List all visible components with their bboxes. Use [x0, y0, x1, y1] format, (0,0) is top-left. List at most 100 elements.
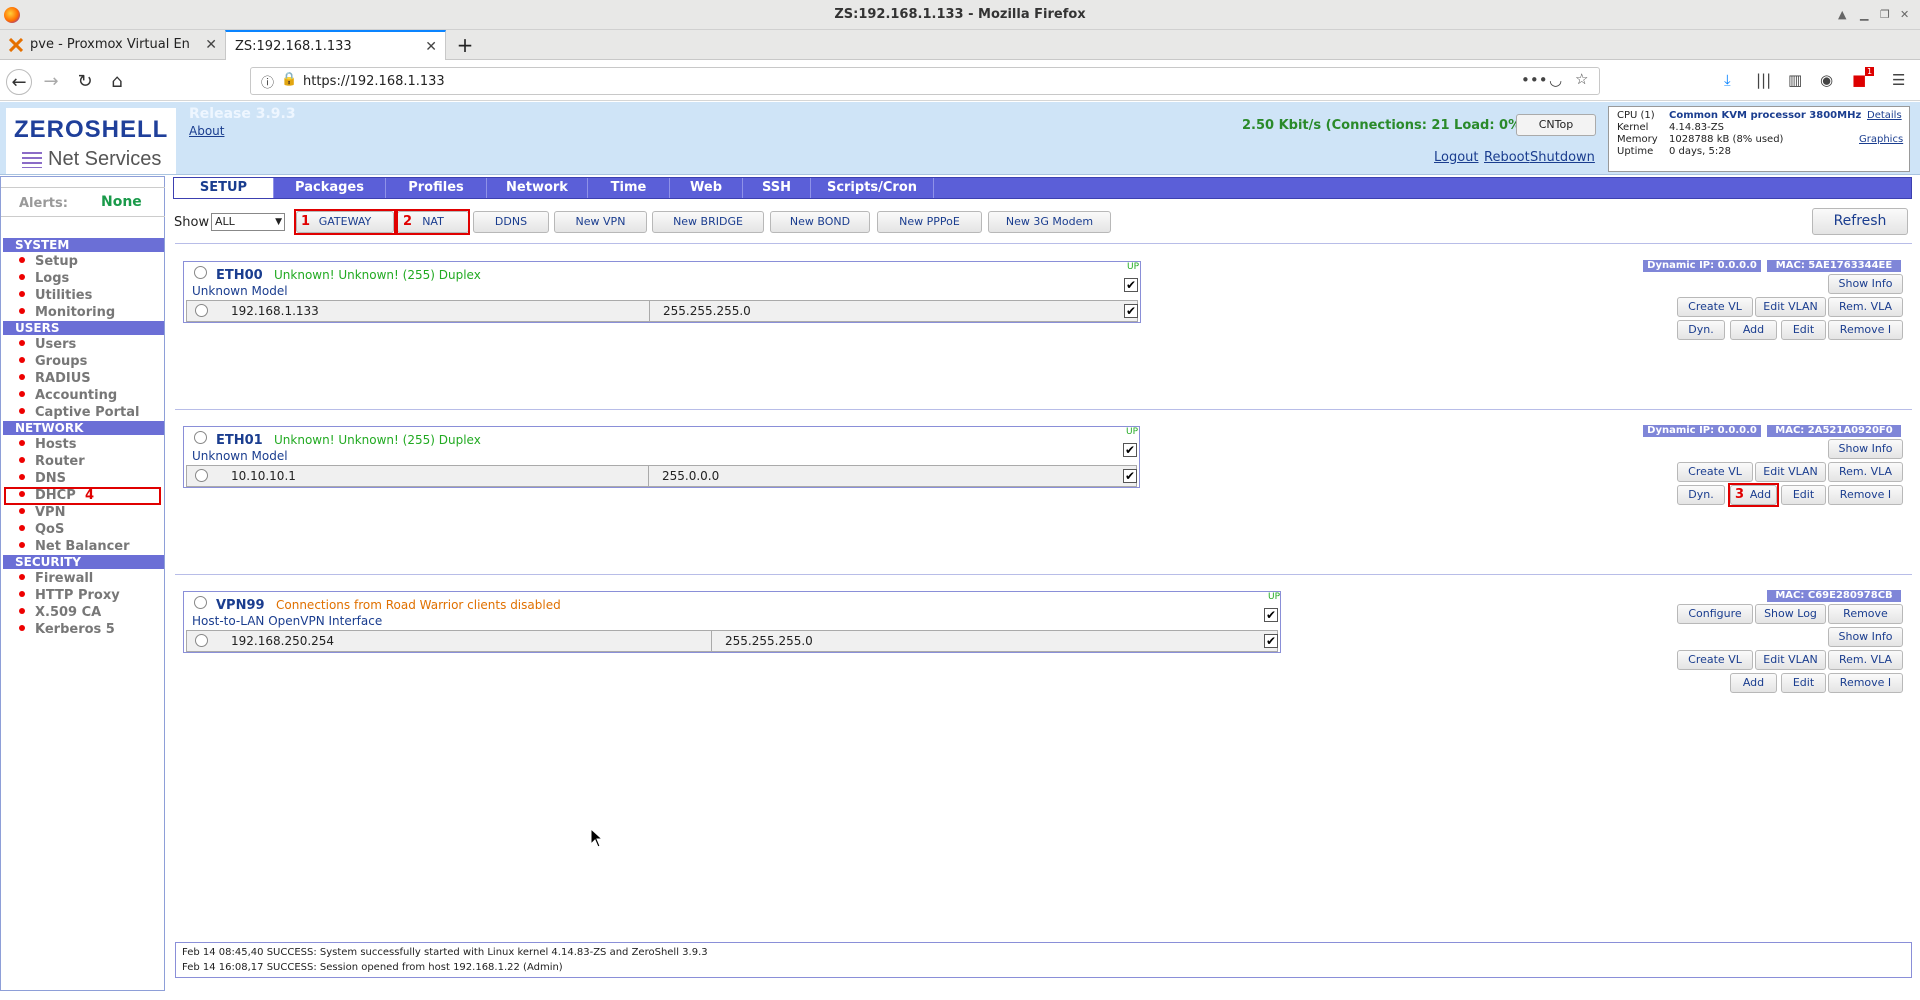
interface-enable-checkbox[interactable]: ✔: [1264, 608, 1278, 622]
graphics-link[interactable]: Graphics: [1859, 134, 1903, 145]
reboot-link[interactable]: Reboot: [1484, 150, 1530, 165]
sidebar-item-x509-ca[interactable]: X.509 CA: [19, 605, 101, 621]
scroll-up-icon[interactable]: ▲: [1838, 0, 1846, 30]
ip-radio[interactable]: [195, 634, 208, 647]
tab-proxmox[interactable]: pve - Proxmox Virtual En ✕: [0, 30, 225, 60]
minimize-icon[interactable]: ▁: [1860, 0, 1868, 30]
home-icon[interactable]: ⌂: [104, 69, 130, 95]
sidebar-item-hosts[interactable]: Hosts: [19, 437, 77, 453]
tab-network[interactable]: Network: [487, 178, 588, 198]
show-info-button[interactable]: Show Info: [1828, 274, 1903, 294]
interface-radio[interactable]: [194, 266, 207, 279]
dyn-button[interactable]: Dyn.: [1677, 485, 1725, 505]
logout-link[interactable]: Logout: [1434, 150, 1479, 165]
sidebar-item-utilities[interactable]: Utilities: [19, 288, 92, 304]
tab-profiles[interactable]: Profiles: [386, 178, 487, 198]
edit-ip-button[interactable]: Edit: [1781, 673, 1826, 693]
remove-ip-button[interactable]: Remove I: [1828, 673, 1903, 693]
interface-enable-checkbox[interactable]: ✔: [1123, 443, 1137, 457]
lock-icon[interactable]: 🔒: [281, 72, 297, 87]
sidebar-item-groups[interactable]: Groups: [19, 354, 87, 370]
tab-packages[interactable]: Packages: [274, 178, 386, 198]
sidebar-item-captive-portal[interactable]: Captive Portal: [19, 405, 139, 421]
sidebar-item-router[interactable]: Router: [19, 454, 85, 470]
sidebar-item-kerberos[interactable]: Kerberos 5: [19, 622, 115, 638]
back-icon[interactable]: ←: [6, 69, 32, 95]
new-tab-icon[interactable]: +: [452, 30, 478, 60]
tab-web[interactable]: Web: [670, 178, 743, 198]
sidebar-item-monitoring[interactable]: Monitoring: [19, 305, 115, 321]
more-icon[interactable]: •••: [1521, 71, 1548, 89]
sidebar-item-firewall[interactable]: Firewall: [19, 571, 93, 587]
bookmark-star-icon[interactable]: ☆: [1575, 70, 1588, 88]
reload-icon[interactable]: ↻: [72, 69, 98, 95]
sidebar-item-http-proxy[interactable]: HTTP Proxy: [19, 588, 120, 604]
close-tab-icon[interactable]: ✕: [205, 30, 217, 60]
library-icon[interactable]: |||: [1756, 71, 1771, 89]
url-bar[interactable]: ⓘ 🔒 https://192.168.1.133 ••• ◡ ☆: [250, 67, 1600, 95]
ip-radio[interactable]: [195, 469, 208, 482]
create-vlan-button[interactable]: Create VL: [1677, 462, 1753, 482]
forward-icon[interactable]: →: [38, 69, 64, 95]
ip-enable-checkbox[interactable]: ✔: [1264, 634, 1278, 648]
edit-vlan-button[interactable]: Edit VLAN: [1755, 297, 1826, 317]
cntop-button[interactable]: CNTop: [1516, 114, 1596, 136]
tab-time[interactable]: Time: [588, 178, 670, 198]
new-3g-modem-button[interactable]: New 3G Modem: [988, 211, 1111, 233]
edit-ip-button[interactable]: Edit: [1781, 320, 1826, 340]
new-bridge-button[interactable]: New BRIDGE: [652, 211, 764, 233]
rem-vlan-button[interactable]: Rem. VLA: [1828, 462, 1903, 482]
info-icon[interactable]: ⓘ: [261, 72, 274, 91]
remove-ip-button[interactable]: Remove I: [1828, 320, 1903, 340]
dyn-button[interactable]: Dyn.: [1677, 320, 1725, 340]
shutdown-link[interactable]: Shutdown: [1530, 150, 1595, 165]
ddns-button[interactable]: DDNS: [473, 211, 549, 233]
ip-radio[interactable]: [195, 304, 208, 317]
interface-enable-checkbox[interactable]: ✔: [1124, 278, 1138, 292]
add-ip-button[interactable]: Add: [1730, 320, 1777, 340]
edit-vlan-button[interactable]: Edit VLAN: [1755, 462, 1826, 482]
tab-setup[interactable]: SETUP: [174, 178, 274, 198]
ip-enable-checkbox[interactable]: ✔: [1123, 469, 1137, 483]
close-window-icon[interactable]: ✕: [1900, 0, 1909, 30]
edit-ip-button[interactable]: Edit: [1781, 485, 1826, 505]
show-info-button[interactable]: Show Info: [1828, 627, 1903, 647]
sidebar-item-qos[interactable]: QoS: [19, 522, 64, 538]
account-icon[interactable]: ◉: [1820, 71, 1833, 89]
tab-zeroshell[interactable]: ZS:192.168.1.133 ✕: [225, 30, 446, 60]
sidebar-item-users[interactable]: Users: [19, 337, 76, 353]
rem-vlan-button[interactable]: Rem. VLA: [1828, 297, 1903, 317]
sidebar-item-logs[interactable]: Logs: [19, 271, 69, 287]
new-bond-button[interactable]: New BOND: [770, 211, 870, 233]
maximize-icon[interactable]: ❐: [1880, 0, 1890, 30]
refresh-button[interactable]: Refresh: [1812, 208, 1908, 235]
details-link[interactable]: Details: [1867, 110, 1902, 121]
sidebar-item-net-balancer[interactable]: Net Balancer: [19, 539, 130, 555]
configure-button[interactable]: Configure: [1677, 604, 1753, 624]
new-pppoe-button[interactable]: New PPPoE: [877, 211, 982, 233]
create-vlan-button[interactable]: Create VL: [1677, 650, 1753, 670]
close-tab-icon[interactable]: ✕: [425, 32, 437, 60]
downloads-icon[interactable]: ⤓: [1724, 71, 1731, 89]
tab-scripts-cron[interactable]: Scripts/Cron: [811, 178, 934, 198]
ip-enable-checkbox[interactable]: ✔: [1124, 304, 1138, 318]
show-log-button[interactable]: Show Log: [1755, 604, 1826, 624]
new-vpn-button[interactable]: New VPN: [554, 211, 647, 233]
add-ip-button[interactable]: Add: [1730, 673, 1777, 693]
rem-vlan-button[interactable]: Rem. VLA: [1828, 650, 1903, 670]
interface-radio[interactable]: [194, 596, 207, 609]
tab-ssh[interactable]: SSH: [743, 178, 811, 198]
sidebar-item-accounting[interactable]: Accounting: [19, 388, 117, 404]
interface-radio[interactable]: [194, 431, 207, 444]
sidebar-item-dns[interactable]: DNS: [19, 471, 66, 487]
edit-vlan-button[interactable]: Edit VLAN: [1755, 650, 1826, 670]
sidebar-icon[interactable]: ▥: [1788, 71, 1802, 89]
remove-interface-button[interactable]: Remove: [1828, 604, 1903, 624]
sidebar-item-vpn[interactable]: VPN: [19, 505, 65, 521]
show-select[interactable]: ALL ▼: [211, 213, 285, 231]
about-link[interactable]: About: [189, 124, 224, 138]
sidebar-item-setup[interactable]: Setup: [19, 254, 78, 270]
menu-icon[interactable]: ☰: [1892, 71, 1905, 89]
pocket-icon[interactable]: ◡: [1549, 71, 1562, 89]
remove-ip-button[interactable]: Remove I: [1828, 485, 1903, 505]
